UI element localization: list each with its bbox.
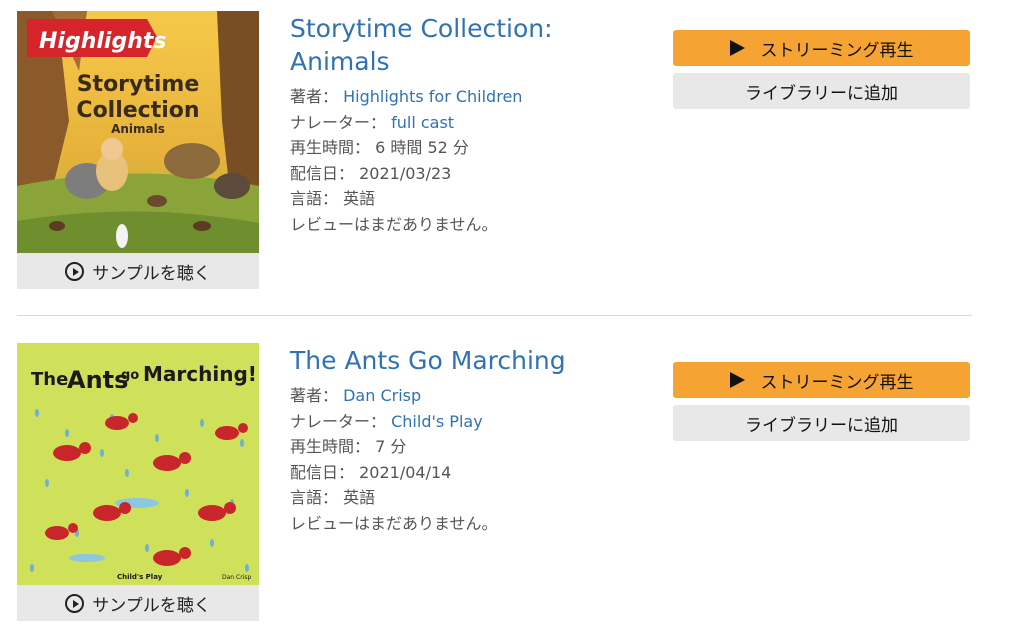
- book-title-link[interactable]: Storytime Collection: Animals: [290, 12, 650, 78]
- cover-title-ants: Ants: [67, 366, 128, 394]
- narrator-link[interactable]: full cast: [391, 113, 454, 132]
- cover-title-go: go: [121, 368, 139, 383]
- reviews-status: レビューはまだありません。: [290, 513, 498, 533]
- cover-publisher: Child's Play: [117, 573, 163, 581]
- language-value: 英語: [343, 189, 376, 209]
- author-label: 著者：: [290, 87, 339, 106]
- cover-image[interactable]: The Ants go Marching! Child's Play Dan C…: [17, 343, 259, 585]
- release-label: 配信日：: [290, 163, 355, 183]
- list-item: Highlights Storytime Collection Animals …: [0, 0, 1024, 316]
- library-button-label: ライブラリーに追加: [745, 83, 898, 104]
- audiobook-list: Highlights Storytime Collection Animals …: [0, 0, 1024, 627]
- add-to-library-button[interactable]: ライブラリーに追加: [673, 73, 970, 109]
- cover-illustrator: Dan Crisp: [222, 574, 251, 581]
- reviews-status: レビューはまだありません。: [290, 214, 498, 234]
- cover-subtitle: Animals: [111, 122, 165, 136]
- book-title-link[interactable]: The Ants Go Marching: [290, 344, 650, 377]
- duration-label: 再生時間：: [290, 138, 371, 158]
- duration-row: 再生時間： 7 分: [290, 434, 650, 460]
- sample-listen-button[interactable]: サンプルを聴く: [17, 585, 259, 621]
- language-row: 言語： 英語: [290, 485, 650, 511]
- book-title-line1: Storytime Collection:: [290, 14, 553, 43]
- narrator-label: ナレーター：: [290, 112, 387, 132]
- stream-play-button[interactable]: ストリーミング再生: [673, 30, 970, 66]
- cover-title-marching: Marching!: [143, 362, 257, 386]
- release-row: 配信日： 2021/03/23: [290, 161, 650, 187]
- cover-image[interactable]: Highlights Storytime Collection Animals: [17, 11, 259, 253]
- release-value: 2021/04/14: [359, 462, 452, 482]
- duration-value: 6 時間 52 分: [375, 138, 469, 158]
- cover-storytime-animals: Highlights Storytime Collection Animals: [17, 11, 259, 253]
- author-link[interactable]: Dan Crisp: [343, 386, 421, 405]
- duration-label: 再生時間：: [290, 437, 371, 457]
- language-label: 言語：: [290, 488, 339, 508]
- stream-button-label: ストリーミング再生: [760, 40, 914, 61]
- play-icon: [729, 40, 745, 56]
- book-actions: ストリーミング再生 ライブラリーに追加: [673, 30, 970, 109]
- release-value: 2021/03/23: [359, 163, 452, 183]
- author-row: 著者： Dan Crisp: [290, 383, 650, 409]
- sample-button-label: サンプルを聴く: [92, 263, 211, 284]
- author-label: 著者：: [290, 386, 339, 405]
- narrator-label: ナレーター：: [290, 411, 387, 431]
- author-link[interactable]: Highlights for Children: [343, 87, 522, 106]
- library-button-label: ライブラリーに追加: [745, 415, 898, 436]
- cover-title-the: The: [31, 369, 68, 390]
- cover-title-line1: Storytime: [77, 72, 200, 97]
- book-title-line2: Animals: [290, 47, 390, 76]
- duration-value: 7 分: [375, 437, 407, 457]
- sample-button-label: サンプルを聴く: [92, 595, 211, 616]
- book-info: The Ants Go Marching 著者： Dan Crisp ナレーター…: [290, 344, 650, 537]
- play-icon: [729, 372, 745, 388]
- stream-button-label: ストリーミング再生: [760, 372, 914, 393]
- book-info: Storytime Collection: Animals 著者： Highli…: [290, 12, 650, 238]
- duration-row: 再生時間： 6 時間 52 分: [290, 135, 650, 161]
- cover-title-line2: Collection: [76, 98, 199, 123]
- sample-listen-button[interactable]: サンプルを聴く: [17, 253, 259, 289]
- narrator-row: ナレーター： full cast: [290, 110, 650, 136]
- language-value: 英語: [343, 488, 376, 508]
- language-label: 言語：: [290, 189, 339, 209]
- stream-play-button[interactable]: ストリーミング再生: [673, 362, 970, 398]
- language-row: 言語： 英語: [290, 186, 650, 212]
- cover-brand: Highlights: [39, 29, 166, 54]
- play-circle-icon: [65, 261, 85, 281]
- play-circle-icon: [65, 593, 85, 613]
- add-to-library-button[interactable]: ライブラリーに追加: [673, 405, 970, 441]
- release-row: 配信日： 2021/04/14: [290, 460, 650, 486]
- book-actions: ストリーミング再生 ライブラリーに追加: [673, 362, 970, 441]
- release-label: 配信日：: [290, 462, 355, 482]
- list-item: The Ants go Marching! Child's Play Dan C…: [0, 316, 1024, 627]
- narrator-row: ナレーター： Child's Play: [290, 409, 650, 435]
- author-row: 著者： Highlights for Children: [290, 84, 650, 110]
- cover-ants-go-marching: The Ants go Marching! Child's Play Dan C…: [17, 343, 259, 585]
- narrator-link[interactable]: Child's Play: [391, 412, 483, 431]
